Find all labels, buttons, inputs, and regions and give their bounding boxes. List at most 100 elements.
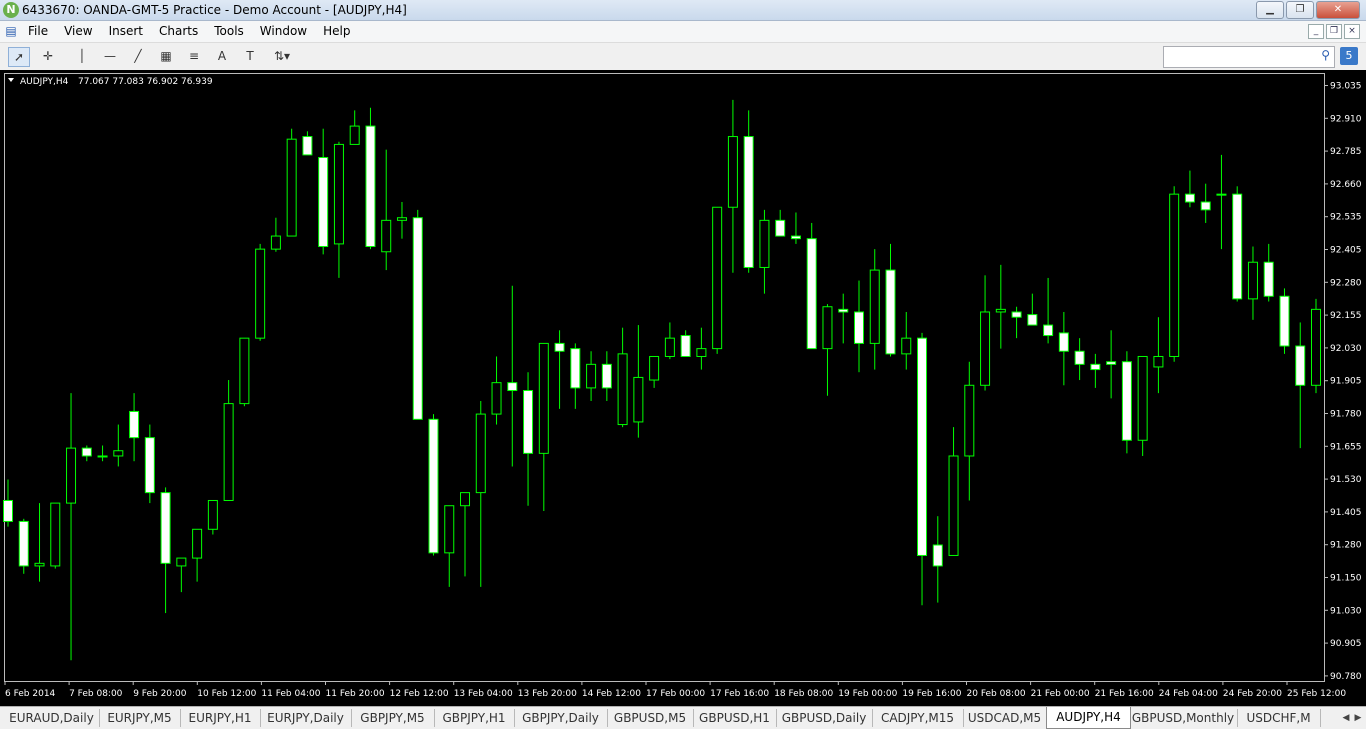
candle-body: [1153, 355, 1164, 368]
candle-body: [1263, 261, 1274, 297]
search-input[interactable]: [1164, 47, 1322, 65]
chart-tab[interactable]: EURAUD,Daily: [4, 709, 100, 727]
candle-body: [129, 410, 140, 439]
candle-body: [491, 382, 502, 415]
candle-body: [428, 418, 439, 554]
mdi-restore-button[interactable]: ❐: [1326, 24, 1342, 39]
candle-body: [475, 413, 486, 494]
menu-charts[interactable]: Charts: [151, 24, 206, 39]
tab-scroll-left-icon[interactable]: ◀: [1340, 710, 1352, 726]
candle-body: [349, 125, 360, 145]
chart-tab[interactable]: USDCAD,M5: [963, 709, 1047, 727]
candle-body: [1090, 363, 1101, 371]
candle-body: [18, 520, 29, 567]
x-tick-label: 10 Feb 12:00: [197, 689, 256, 699]
search-icon[interactable]: ⚲: [1321, 48, 1330, 62]
candle-body: [1311, 308, 1321, 386]
mdi-minimize-button[interactable]: _: [1308, 24, 1324, 39]
x-tick-label: 17 Feb 16:00: [710, 689, 769, 699]
chart-tab[interactable]: GBPJPY,H1: [434, 709, 515, 727]
candle-body: [917, 337, 928, 556]
mdi-close-button[interactable]: ×: [1344, 24, 1360, 39]
candle-body: [1043, 324, 1054, 337]
y-tick-label: 91.905: [1330, 377, 1362, 387]
candle-body: [1232, 193, 1243, 300]
candle-body: [444, 505, 455, 554]
candle-body: [34, 562, 45, 567]
candle-body: [759, 219, 770, 268]
x-tick-label: 11 Feb 20:00: [326, 689, 385, 699]
candle-body: [3, 499, 13, 522]
candle: [1311, 298, 1321, 394]
x-tick-label: 11 Feb 04:00: [261, 689, 320, 699]
chart-tab[interactable]: USDCHF,M: [1237, 709, 1321, 727]
y-tick-label: 92.405: [1330, 246, 1362, 256]
menu-file[interactable]: File: [20, 24, 56, 39]
candle: [1232, 186, 1243, 302]
candle-body: [223, 403, 234, 501]
y-tick-label: 92.785: [1330, 147, 1362, 157]
y-tick-label: 93.035: [1330, 82, 1362, 92]
chart-tab[interactable]: EURJPY,H1: [180, 709, 261, 727]
menu-tools[interactable]: Tools: [206, 24, 252, 39]
equidistant-channel-icon[interactable]: ▦: [156, 47, 176, 65]
chart-tab[interactable]: EURJPY,M5: [99, 709, 181, 727]
chart-tab[interactable]: GBPJPY,Daily: [514, 709, 608, 727]
menu-items: File View Insert Charts Tools Window Hel…: [20, 24, 358, 39]
window-title: 6433670: OANDA-GMT-5 Practice - Demo Acc…: [22, 3, 407, 17]
candle-body: [286, 138, 297, 237]
chart-tab[interactable]: GBPUSD,H1: [693, 709, 777, 727]
chart-tab[interactable]: CADJPY,M15: [872, 709, 964, 727]
menu-window[interactable]: Window: [252, 24, 315, 39]
price-chart[interactable]: AUDJPY,H4 77.067 77.083 76.902 76.939 93…: [0, 70, 1366, 706]
chart-tab[interactable]: GBPUSD,M5: [607, 709, 694, 727]
menu-help[interactable]: Help: [315, 24, 358, 39]
candle-body: [176, 557, 187, 567]
vertical-line-icon[interactable]: │: [72, 47, 92, 65]
fibonacci-icon[interactable]: ≡: [184, 47, 204, 65]
y-tick-label: 91.150: [1330, 574, 1362, 584]
y-tick-label: 92.280: [1330, 278, 1362, 288]
text-label-icon[interactable]: T: [240, 47, 260, 65]
candle-body: [601, 363, 612, 389]
chart-tab[interactable]: AUDJPY,H4: [1046, 707, 1131, 729]
candle-body: [1074, 350, 1085, 365]
close-button[interactable]: ✕: [1316, 1, 1360, 19]
candle-body: [1295, 345, 1306, 386]
menu-insert[interactable]: Insert: [101, 24, 151, 39]
chart-window-icon[interactable]: ▤: [4, 24, 18, 38]
chart-tab[interactable]: EURJPY,Daily: [260, 709, 352, 727]
minimize-button[interactable]: ▁: [1256, 1, 1284, 19]
candle: [1279, 288, 1290, 354]
candle-body: [586, 363, 597, 389]
chart-tabs: EURAUD,Daily EURJPY,M5 EURJPY,H1 EURJPY,Dai…: [0, 706, 1366, 729]
candle-body: [66, 447, 77, 504]
chart-tab[interactable]: GBPJPY,M5: [351, 709, 435, 727]
text-icon[interactable]: A: [212, 47, 232, 65]
candle-body: [617, 353, 628, 426]
chart-tab[interactable]: GBPUSD,Monthly: [1129, 709, 1238, 727]
arrows-icon[interactable]: ⇅▾: [268, 47, 296, 65]
candle-body: [538, 342, 549, 454]
candle-body: [1106, 361, 1117, 365]
tab-scroll-right-icon[interactable]: ▶: [1352, 710, 1364, 726]
x-tick-label: 17 Feb 00:00: [646, 689, 705, 699]
candle-body: [365, 125, 376, 248]
horizontal-line-icon[interactable]: —: [100, 47, 120, 65]
candle-body: [869, 269, 880, 344]
x-tick-label: 21 Feb 16:00: [1095, 689, 1154, 699]
candle-body: [207, 499, 218, 530]
menu-view[interactable]: View: [56, 24, 100, 39]
crosshair-icon[interactable]: ✛: [38, 47, 58, 65]
y-tick-label: 91.405: [1330, 508, 1362, 518]
candle-body: [554, 342, 565, 352]
candle-body: [1011, 311, 1022, 318]
trendline-icon[interactable]: ╱: [128, 47, 148, 65]
x-tick-label: 12 Feb 12:00: [390, 689, 449, 699]
maximize-button[interactable]: ❐: [1286, 1, 1314, 19]
chart-tab[interactable]: GBPUSD,Daily: [776, 709, 873, 727]
candle-body: [1137, 355, 1148, 441]
candle-body: [853, 311, 864, 344]
messages-icon[interactable]: 5: [1340, 47, 1358, 65]
cursor-icon[interactable]: ➚: [8, 47, 30, 67]
